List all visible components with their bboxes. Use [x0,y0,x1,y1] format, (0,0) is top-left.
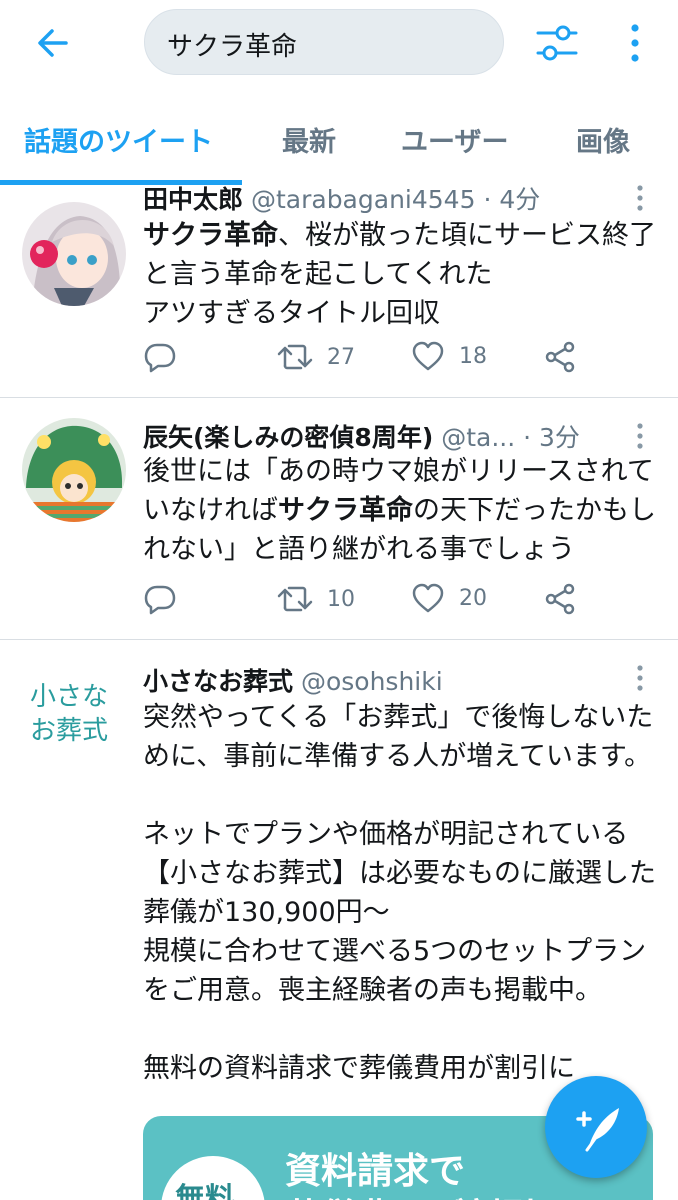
tweet-actions: 27 18 [143,340,653,380]
highlight-keyword: サクラ革命 [278,495,413,526]
free-badge-label: 無料 [175,1182,235,1200]
tweet-menu-button[interactable] [630,662,650,698]
more-vertical-icon [637,185,643,211]
user-handle[interactable]: @tarabagani4545 [251,185,476,214]
share-button[interactable] [543,582,577,616]
highlight-keyword: サクラ革命 [143,220,278,251]
tweet-text: 後世には「あの時ウマ娘がリリースされていなければサクラ革命の天下だったかもしれな… [143,452,663,569]
retweet-icon [277,344,313,370]
tweet-item[interactable]: 辰矢(楽しみの密偵8周年) @ta... · 3分 後世には「あの時ウマ娘がリリ… [0,398,678,640]
share-icon [545,583,575,615]
display-name[interactable]: 小さなお葬式 [143,667,293,696]
tweet-header: 辰矢(楽しみの密偵8周年) @ta... · 3分 [143,418,580,454]
anime-character-avatar-icon [22,418,126,522]
search-tabs: 話題のツイート 最新 ユーザー 画像 [0,96,678,186]
back-button[interactable] [30,20,76,66]
tab-images[interactable]: 画像 [576,120,630,159]
reply-button[interactable] [143,582,177,616]
share-button[interactable] [543,340,577,374]
compose-tweet-button[interactable] [545,1076,647,1178]
retweet-count: 10 [327,586,355,612]
user-handle[interactable]: @ta... [441,423,515,452]
tweet-text: サクラ革命、桜が散った頃にサービス終了と言う革命を起こしてくれた アツすぎるタイ… [143,216,663,333]
search-input[interactable]: サクラ革命 [144,9,504,75]
user-handle[interactable]: @osohshiki [301,667,443,696]
like-count: 18 [459,343,487,369]
search-query: サクラ革命 [167,32,298,62]
reply-button[interactable] [143,340,177,374]
brand-logo: 小さな お葬式 [30,682,109,746]
like-count: 20 [459,585,487,611]
retweet-count: 27 [327,344,355,370]
tab-top-tweets[interactable]: 話題のツイート [24,120,213,159]
more-options-button[interactable] [618,20,652,66]
more-vertical-icon [637,423,643,449]
reply-icon [144,585,176,615]
retweet-button[interactable]: 27 [277,340,355,374]
free-badge: 無料 [161,1156,265,1200]
top-bar: サクラ革命 [0,0,678,90]
tweet-actions: 10 20 [143,582,653,622]
like-button[interactable]: 20 [411,582,487,614]
tab-latest[interactable]: 最新 [282,120,336,159]
tweet-header: 小さなお葬式 @osohshiki [143,662,443,698]
sliders-icon [536,25,578,61]
display-name[interactable]: 辰矢(楽しみの密偵8周年) [143,423,433,452]
like-button[interactable]: 18 [411,340,487,372]
avatar[interactable] [22,202,126,306]
compose-tweet-icon [576,1108,619,1152]
tweet-menu-button[interactable] [630,182,650,218]
tweet-time: · 3分 [523,423,580,452]
more-vertical-icon [637,665,643,691]
avatar[interactable] [22,418,126,522]
heart-icon [412,583,444,613]
tweet-item[interactable]: 田中太郎 @tarabagani4545 · 4分 サクラ革命、桜が散った頃にサ… [0,185,678,398]
tweet-text: 突然やってくる「お葬式」で後悔しないために、事前に準備する人が増えています。 ネ… [143,702,656,1084]
more-vertical-icon [631,24,639,62]
tab-users[interactable]: ユーザー [401,120,508,159]
avatar[interactable]: 小さな お葬式 [22,662,126,766]
share-icon [545,341,575,373]
retweet-icon [277,586,313,612]
retweet-button[interactable]: 10 [277,582,355,616]
display-name[interactable]: 田中太郎 [143,185,243,214]
ad-card-title: 資料請求で [285,1151,466,1192]
tweet-menu-button[interactable] [630,420,650,456]
filter-button[interactable] [532,20,582,66]
ad-card-subtitle: 葬儀費用が割引に [285,1188,573,1200]
heart-icon [412,341,444,371]
tweet-header: 田中太郎 @tarabagani4545 · 4分 [143,180,540,216]
anime-girl-avatar-icon [22,202,126,306]
arrow-left-icon [38,29,68,57]
reply-icon [144,343,176,373]
tweet-time: · 4分 [483,185,541,214]
